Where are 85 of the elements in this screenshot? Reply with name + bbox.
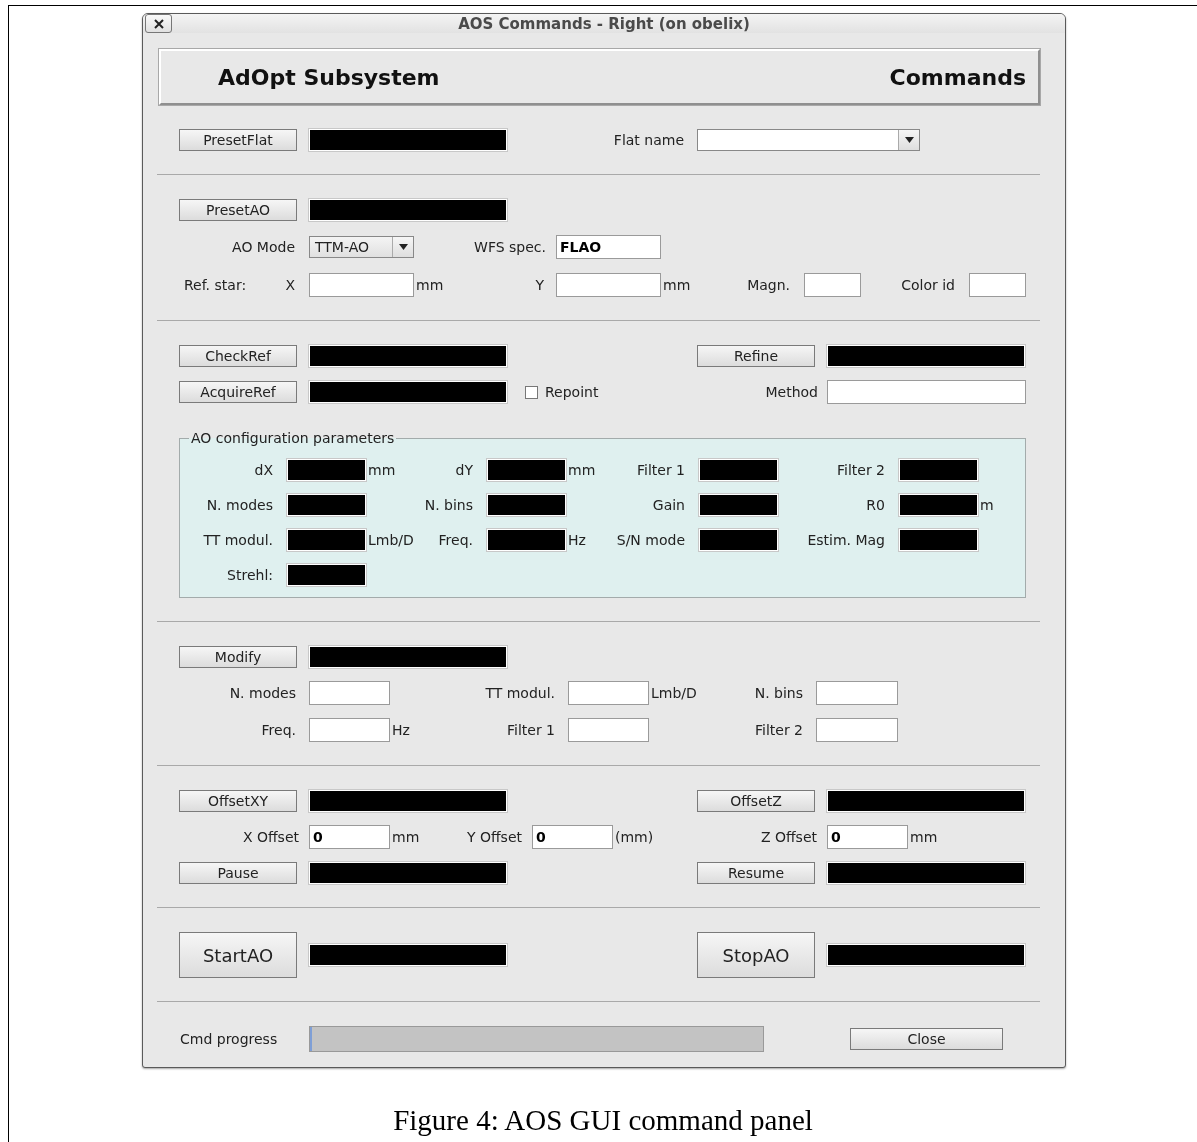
field-label: Strehl:	[227, 567, 273, 583]
field-label: dY	[455, 462, 473, 478]
field-label: Y	[535, 277, 544, 293]
input-field[interactable]	[827, 380, 1026, 404]
dropdown[interactable]: TTM-AO	[309, 236, 414, 258]
field-label: N. modes	[206, 497, 273, 513]
field-label: Filter 2	[754, 722, 803, 738]
unit-label: mm	[416, 277, 444, 293]
field-label: Cmd progress	[180, 1031, 278, 1047]
input-field[interactable]	[568, 718, 649, 742]
field-label: S/N mode	[616, 532, 685, 548]
unit-label: mm	[368, 462, 396, 478]
figure-caption: Figure 4: AOS GUI command panel	[392, 1104, 814, 1137]
field-label: AO Mode	[232, 239, 295, 255]
field-label: Z Offset	[760, 829, 817, 845]
field-label: dX	[254, 462, 273, 478]
window-title: AOS Commands - Right (on obelix)	[458, 14, 750, 33]
input-field[interactable]: FLAO	[556, 235, 661, 259]
dropdown[interactable]	[697, 129, 920, 151]
command-button[interactable]: Close	[850, 1028, 1003, 1050]
group-title: AO configuration parameters	[190, 430, 396, 446]
field-label: Freq.	[261, 722, 296, 738]
input-field[interactable]	[309, 273, 414, 297]
caret-icon	[904, 137, 914, 143]
field-label: Y Offset	[466, 829, 522, 845]
unit-label: mm	[568, 462, 596, 478]
field-label: R0	[866, 497, 885, 513]
input-field[interactable]: 0	[532, 825, 613, 849]
field-label: Filter 1	[506, 722, 555, 738]
command-button[interactable]: Resume	[697, 862, 815, 884]
input-field[interactable]	[816, 718, 898, 742]
field-label: Estim. Mag	[807, 532, 885, 548]
unit-label: Hz	[568, 532, 586, 548]
field-label: Gain	[652, 497, 685, 513]
field-label: N. bins	[424, 497, 473, 513]
command-button[interactable]: StopAO	[697, 932, 815, 978]
unit-label: Hz	[392, 722, 410, 738]
field-label: Ref. star:	[184, 277, 247, 293]
unit-label: Lmb/D	[651, 685, 697, 701]
checkbox-label: Repoint	[545, 384, 599, 400]
input-field[interactable]	[309, 718, 390, 742]
command-button[interactable]: StartAO	[179, 932, 297, 978]
field-label: Freq.	[438, 532, 473, 548]
panel-subtitle: Commands	[889, 64, 1026, 90]
input-field[interactable]	[804, 273, 861, 297]
command-button[interactable]: OffsetZ	[697, 790, 815, 812]
field-label: TT modul.	[485, 685, 555, 701]
caret-icon	[398, 244, 408, 250]
unit-label: (mm)	[615, 829, 654, 845]
field-label: Filter 1	[636, 462, 685, 478]
input-field[interactable]	[556, 273, 661, 297]
field-label: TT modul.	[203, 532, 273, 548]
field-label: Method	[765, 384, 818, 400]
panel-title: AdOpt Subsystem	[218, 64, 440, 90]
field-label: Flat name	[613, 132, 684, 148]
unit-label: m	[980, 497, 994, 513]
field-label: X	[285, 277, 295, 293]
field-label: N. bins	[754, 685, 803, 701]
close-button[interactable]	[145, 14, 172, 33]
unit-label: Lmb/D	[368, 532, 414, 548]
checkbox[interactable]	[525, 385, 538, 399]
unit-label: mm	[392, 829, 420, 845]
input-field[interactable]	[309, 681, 390, 705]
command-button[interactable]: OffsetXY	[179, 790, 297, 812]
command-button[interactable]: Refine	[697, 345, 815, 367]
command-button[interactable]: PresetFlat	[179, 129, 297, 151]
unit-label: mm	[910, 829, 938, 845]
input-field[interactable]	[816, 681, 898, 705]
input-field[interactable]	[568, 681, 649, 705]
command-button[interactable]: Pause	[179, 862, 297, 884]
command-button[interactable]: Modify	[179, 646, 297, 668]
unit-label: mm	[663, 277, 691, 293]
command-button[interactable]: PresetAO	[179, 199, 297, 221]
command-button[interactable]: AcquireRef	[179, 381, 297, 403]
field-label: Color id	[901, 277, 955, 293]
command-button[interactable]: CheckRef	[179, 345, 297, 367]
input-field[interactable]: 0	[827, 825, 908, 849]
field-label: N. modes	[229, 685, 296, 701]
field-label: WFS spec.	[474, 239, 546, 255]
input-field[interactable]: 0	[309, 825, 390, 849]
input-field[interactable]	[969, 273, 1026, 297]
close-icon	[153, 18, 164, 29]
field-label: Filter 2	[836, 462, 885, 478]
field-label: X Offset	[242, 829, 299, 845]
field-label: Magn.	[747, 277, 790, 293]
